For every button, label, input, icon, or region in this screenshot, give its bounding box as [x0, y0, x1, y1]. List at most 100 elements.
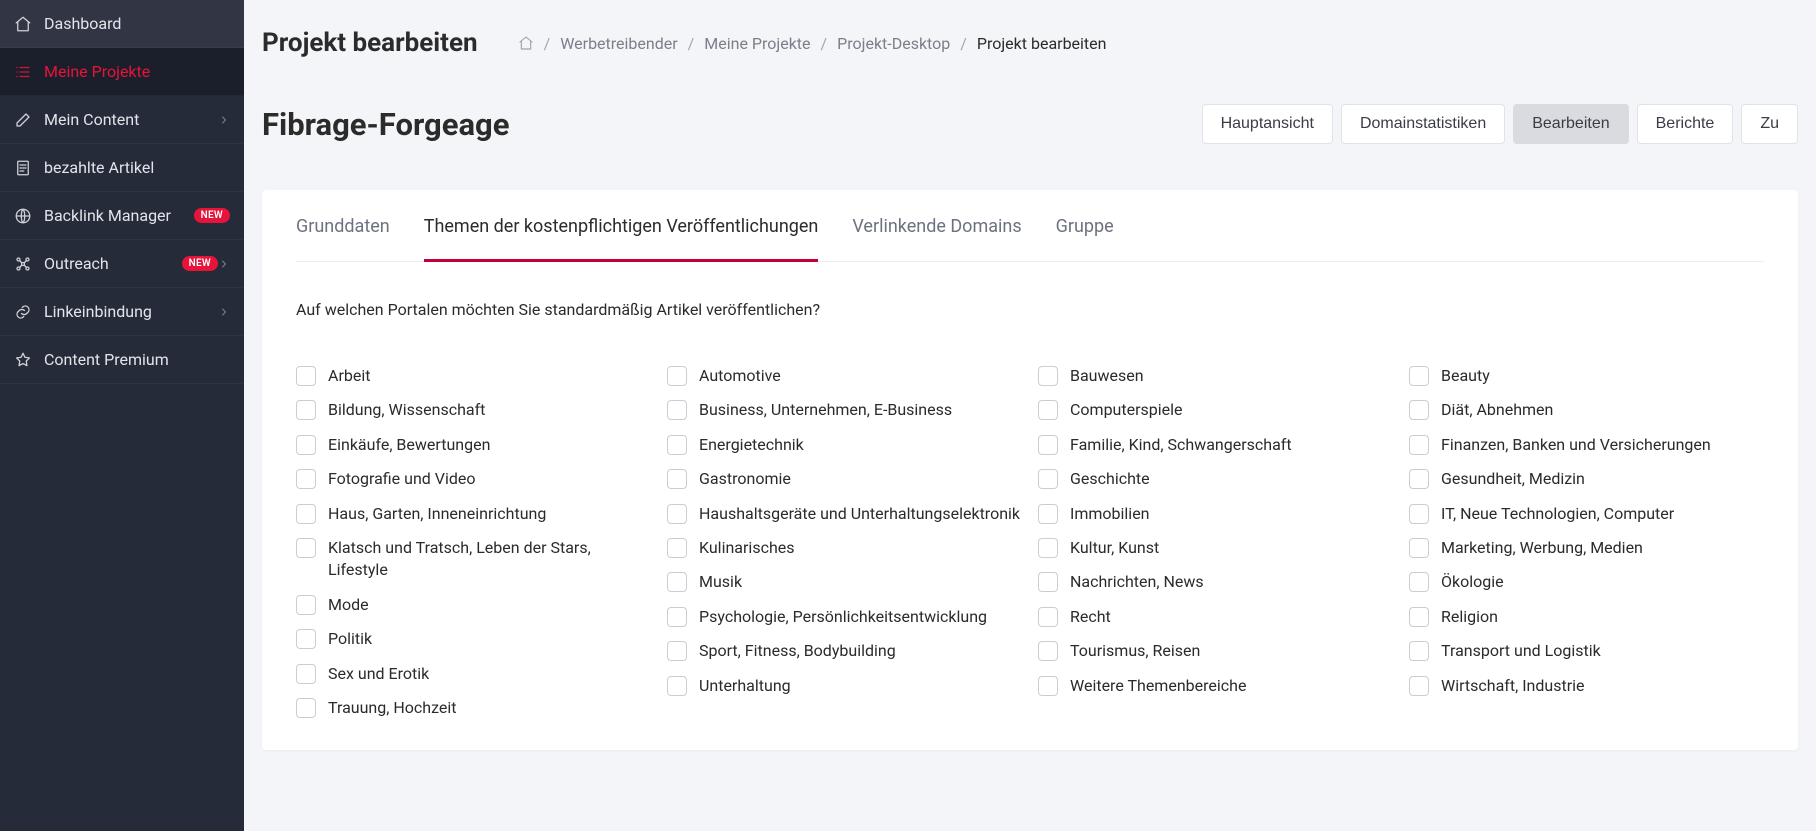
checkbox[interactable] — [1038, 641, 1058, 661]
home-icon[interactable] — [518, 35, 534, 51]
topic-checkbox-item[interactable]: Kultur, Kunst — [1038, 531, 1393, 565]
checkbox[interactable] — [1038, 504, 1058, 524]
topic-checkbox-item[interactable]: Arbeit — [296, 359, 651, 393]
checkbox[interactable] — [296, 664, 316, 684]
checkbox[interactable] — [1409, 572, 1429, 592]
hauptansicht-button[interactable]: Hauptansicht — [1202, 104, 1333, 144]
checkbox[interactable] — [296, 538, 316, 558]
domainstatistiken-button[interactable]: Domainstatistiken — [1341, 104, 1505, 144]
checkbox[interactable] — [1409, 607, 1429, 627]
topic-checkbox-item[interactable]: Transport und Logistik — [1409, 634, 1764, 668]
topic-checkbox-item[interactable]: Sex und Erotik — [296, 657, 651, 691]
checkbox[interactable] — [667, 504, 687, 524]
topic-checkbox-item[interactable]: Geschichte — [1038, 462, 1393, 496]
checkbox[interactable] — [1409, 641, 1429, 661]
bearbeiten-button[interactable]: Bearbeiten — [1513, 104, 1628, 144]
checkbox[interactable] — [1409, 538, 1429, 558]
checkbox[interactable] — [667, 676, 687, 696]
topic-checkbox-item[interactable]: Kulinarisches — [667, 531, 1022, 565]
topic-checkbox-item[interactable]: Trauung, Hochzeit — [296, 691, 651, 725]
topic-checkbox-item[interactable]: Haus, Garten, Inneneinrichtung — [296, 497, 651, 531]
sidebar-item-content-premium[interactable]: Content Premium — [0, 336, 244, 384]
checkbox[interactable] — [667, 366, 687, 386]
checkbox[interactable] — [296, 698, 316, 718]
checkbox[interactable] — [1409, 400, 1429, 420]
checkbox[interactable] — [1409, 469, 1429, 489]
topic-checkbox-item[interactable]: Gesundheit, Medizin — [1409, 462, 1764, 496]
checkbox[interactable] — [296, 595, 316, 615]
sidebar-item-outreach[interactable]: OutreachNEW — [0, 240, 244, 288]
berichte-button[interactable]: Berichte — [1637, 104, 1734, 144]
topic-checkbox-item[interactable]: Politik — [296, 622, 651, 656]
topic-checkbox-item[interactable]: Religion — [1409, 600, 1764, 634]
topic-checkbox-item[interactable]: Immobilien — [1038, 497, 1393, 531]
topic-checkbox-item[interactable]: IT, Neue Technologien, Computer — [1409, 497, 1764, 531]
checkbox[interactable] — [1038, 607, 1058, 627]
topic-checkbox-item[interactable]: Marketing, Werbung, Medien — [1409, 531, 1764, 565]
breadcrumb-item[interactable]: Projekt-Desktop — [837, 34, 950, 53]
topic-checkbox-item[interactable]: Nachrichten, News — [1038, 565, 1393, 599]
checkbox[interactable] — [1409, 504, 1429, 524]
topic-checkbox-item[interactable]: Bildung, Wissenschaft — [296, 393, 651, 427]
topic-checkbox-item[interactable]: Diät, Abnehmen — [1409, 393, 1764, 427]
checkbox[interactable] — [1038, 469, 1058, 489]
checkbox[interactable] — [1409, 435, 1429, 455]
topic-checkbox-item[interactable]: Mode — [296, 588, 651, 622]
tab-themen-der-kostenpflichtigen-ver-ffentlichungen[interactable]: Themen der kostenpflichtigen Veröffentli… — [424, 190, 819, 262]
topic-checkbox-item[interactable]: Psychologie, Persönlichkeitsentwicklung — [667, 600, 1022, 634]
sidebar-item-backlink-manager[interactable]: Backlink ManagerNEW — [0, 192, 244, 240]
tab-verlinkende-domains[interactable]: Verlinkende Domains — [852, 190, 1021, 262]
topic-checkbox-item[interactable]: Bauwesen — [1038, 359, 1393, 393]
zu-button[interactable]: Zu — [1741, 104, 1798, 144]
checkbox[interactable] — [1038, 400, 1058, 420]
breadcrumb-item[interactable]: Meine Projekte — [704, 34, 810, 53]
checkbox[interactable] — [667, 607, 687, 627]
tab-gruppe[interactable]: Gruppe — [1056, 190, 1114, 262]
checkbox[interactable] — [667, 435, 687, 455]
sidebar-item-linkeinbindung[interactable]: Linkeinbindung — [0, 288, 244, 336]
checkbox[interactable] — [667, 641, 687, 661]
checkbox[interactable] — [1038, 572, 1058, 592]
sidebar-item-mein-content[interactable]: Mein Content — [0, 96, 244, 144]
checkbox[interactable] — [667, 572, 687, 592]
checkbox[interactable] — [1409, 676, 1429, 696]
topic-checkbox-item[interactable]: Einkäufe, Bewertungen — [296, 428, 651, 462]
topic-checkbox-item[interactable]: Beauty — [1409, 359, 1764, 393]
checkbox[interactable] — [296, 400, 316, 420]
topic-checkbox-item[interactable]: Recht — [1038, 600, 1393, 634]
topic-checkbox-item[interactable]: Ökologie — [1409, 565, 1764, 599]
topic-checkbox-item[interactable]: Wirtschaft, Industrie — [1409, 669, 1764, 703]
topic-checkbox-item[interactable]: Unterhaltung — [667, 669, 1022, 703]
checkbox[interactable] — [296, 469, 316, 489]
checkbox[interactable] — [296, 629, 316, 649]
checkbox[interactable] — [1038, 676, 1058, 696]
checkbox[interactable] — [296, 435, 316, 455]
checkbox[interactable] — [667, 469, 687, 489]
checkbox[interactable] — [1038, 538, 1058, 558]
topic-checkbox-item[interactable]: Finanzen, Banken und Versicherungen — [1409, 428, 1764, 462]
sidebar-item-dashboard[interactable]: Dashboard — [0, 0, 244, 48]
topic-checkbox-item[interactable]: Familie, Kind, Schwangerschaft — [1038, 428, 1393, 462]
topic-checkbox-item[interactable]: Business, Unternehmen, E-Business — [667, 393, 1022, 427]
topic-checkbox-item[interactable]: Klatsch und Tratsch, Leben der Stars, Li… — [296, 531, 651, 588]
topic-checkbox-item[interactable]: Weitere Themenbereiche — [1038, 669, 1393, 703]
checkbox[interactable] — [667, 400, 687, 420]
checkbox[interactable] — [667, 538, 687, 558]
topic-checkbox-item[interactable]: Automotive — [667, 359, 1022, 393]
checkbox[interactable] — [296, 504, 316, 524]
topic-checkbox-item[interactable]: Musik — [667, 565, 1022, 599]
checkbox[interactable] — [1038, 435, 1058, 455]
breadcrumb-item[interactable]: Werbetreibender — [560, 34, 677, 53]
topic-checkbox-item[interactable]: Energietechnik — [667, 428, 1022, 462]
sidebar-item-bezahlte-artikel[interactable]: bezahlte Artikel — [0, 144, 244, 192]
tab-grunddaten[interactable]: Grunddaten — [296, 190, 390, 262]
topic-checkbox-item[interactable]: Fotografie und Video — [296, 462, 651, 496]
checkbox[interactable] — [1038, 366, 1058, 386]
topic-checkbox-item[interactable]: Tourismus, Reisen — [1038, 634, 1393, 668]
sidebar-item-meine-projekte[interactable]: Meine Projekte — [0, 48, 244, 96]
topic-checkbox-item[interactable]: Computerspiele — [1038, 393, 1393, 427]
checkbox[interactable] — [1409, 366, 1429, 386]
topic-checkbox-item[interactable]: Sport, Fitness, Bodybuilding — [667, 634, 1022, 668]
checkbox[interactable] — [296, 366, 316, 386]
topic-checkbox-item[interactable]: Haushaltsgeräte und Unterhaltungselektro… — [667, 497, 1022, 531]
